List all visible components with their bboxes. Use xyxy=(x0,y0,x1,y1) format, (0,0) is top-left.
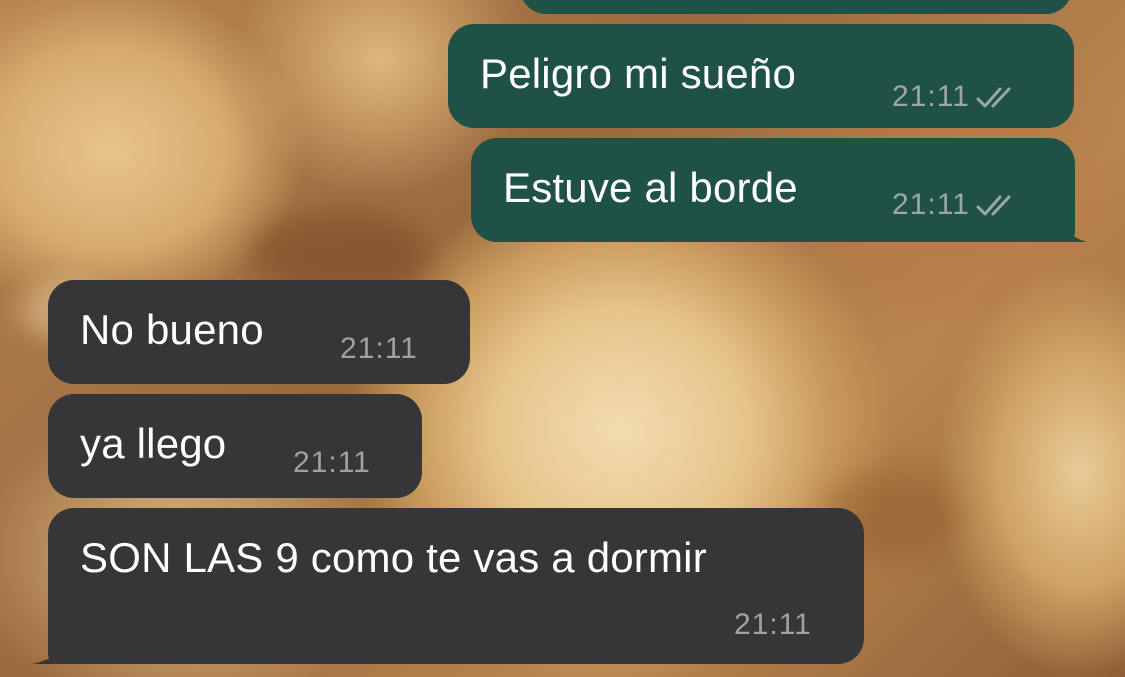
message-meta: 21:11 xyxy=(892,80,1020,114)
message-text: ya llego xyxy=(80,420,227,467)
message-bubble-outgoing[interactable] xyxy=(520,0,1072,14)
message-bubble-outgoing[interactable]: Peligro mi sueño 21:11 xyxy=(448,24,1074,128)
message-bubble-outgoing[interactable]: Estuve al borde 21:11 xyxy=(471,138,1087,242)
message-bubble-incoming[interactable]: No bueno 21:11 xyxy=(48,280,470,384)
message-time: 21:11 xyxy=(892,188,970,221)
message-text: No bueno xyxy=(80,306,264,353)
message-text: Peligro mi sueño xyxy=(480,50,797,97)
message-bubble-incoming[interactable]: SON LAS 9 como te vas a dormir 21:11 xyxy=(32,508,864,664)
message-time: 21:11 xyxy=(892,80,970,113)
double-check-icon xyxy=(976,87,1011,108)
message-text: SON LAS 9 como te vas a dormir xyxy=(80,534,707,581)
bubble-tail xyxy=(32,624,70,664)
message-time: 21:11 xyxy=(293,446,371,479)
message-meta: 21:11 xyxy=(892,188,1020,222)
message-time: 21:11 xyxy=(340,332,418,365)
double-check-icon xyxy=(976,195,1011,216)
message-text: Estuve al borde xyxy=(503,164,798,211)
message-bubble-incoming[interactable]: ya llego 21:11 xyxy=(48,394,422,498)
bubble-tail xyxy=(1057,202,1087,242)
message-time: 21:11 xyxy=(734,608,812,641)
